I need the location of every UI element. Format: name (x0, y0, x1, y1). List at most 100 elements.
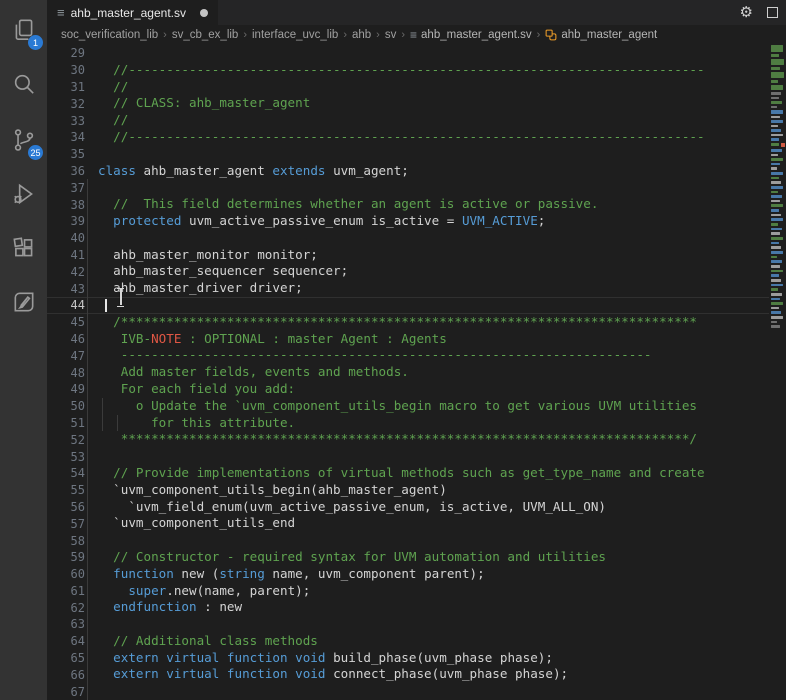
code-line[interactable]: 54 // Provide implementations of virtual… (47, 465, 769, 482)
code-line[interactable]: 36 class ahb_master_agent extends uvm_age… (47, 163, 769, 180)
line-number[interactable]: 46 (55, 332, 85, 346)
line-number[interactable]: 32 (55, 97, 85, 111)
line-number[interactable]: 65 (55, 651, 85, 665)
modified-dot-icon[interactable] (200, 8, 208, 17)
run-debug-icon[interactable] (0, 172, 47, 216)
code-line[interactable]: 67 (47, 683, 769, 700)
code-line[interactable]: 41 ahb_master_monitor monitor; (47, 247, 769, 264)
line-number[interactable]: 35 (55, 147, 85, 161)
code-line[interactable]: 44 (47, 297, 769, 314)
line-number[interactable]: 61 (55, 584, 85, 598)
code-line[interactable]: 60 function new (string name, uvm_compon… (47, 566, 769, 583)
line-number[interactable]: 64 (55, 634, 85, 648)
code-line[interactable]: 32 // CLASS: ahb_master_agent (47, 95, 769, 112)
line-number[interactable]: 54 (55, 466, 85, 480)
breadcrumb-separator: › (536, 29, 541, 41)
code-line[interactable]: 58 (47, 532, 769, 549)
code-line[interactable]: 65 extern virtual function void build_ph… (47, 650, 769, 667)
code-line[interactable]: 53 (47, 448, 769, 465)
line-number[interactable]: 58 (55, 534, 85, 548)
explorer-icon[interactable]: 1 (0, 8, 47, 52)
source-control-icon[interactable]: 25 (0, 118, 47, 162)
line-number[interactable]: 51 (55, 416, 85, 430)
line-number[interactable]: 59 (55, 550, 85, 564)
code-line[interactable]: 59 // Constructor - required syntax for … (47, 549, 769, 566)
code-line[interactable]: 45 /************************************… (47, 314, 769, 331)
line-number[interactable]: 41 (55, 248, 85, 262)
code-line[interactable]: 56 `uvm_field_enum(uvm_active_passive_en… (47, 499, 769, 516)
breadcrumb-symbol[interactable]: ahb_master_agent (545, 29, 657, 41)
code-line[interactable]: 63 (47, 616, 769, 633)
breadcrumb-folder[interactable]: soc_verification_lib (61, 29, 158, 41)
code-line[interactable]: 64 // Additional class methods (47, 633, 769, 650)
line-number[interactable]: 36 (55, 164, 85, 178)
code-area[interactable]: 29 30 //---------------------------------… (47, 45, 786, 700)
editor[interactable]: 29 30 //---------------------------------… (47, 45, 786, 700)
line-number[interactable]: 42 (55, 265, 85, 279)
code-line[interactable]: 40 (47, 230, 769, 247)
line-number[interactable]: 30 (55, 63, 85, 77)
notebook-tool-icon[interactable] (0, 280, 47, 324)
code-line[interactable]: 61 super.new(name, parent); (47, 583, 769, 600)
line-number[interactable]: 62 (55, 601, 85, 615)
line-number[interactable]: 38 (55, 198, 85, 212)
line-number[interactable]: 63 (55, 617, 85, 631)
breadcrumb-folder[interactable]: sv (385, 29, 397, 41)
line-number[interactable]: 60 (55, 567, 85, 581)
line-number[interactable]: 33 (55, 114, 85, 128)
breadcrumb-file[interactable]: ≡ ahb_master_agent.sv (410, 28, 532, 42)
code-line[interactable]: 55 `uvm_component_utils_begin(ahb_master… (47, 482, 769, 499)
line-number[interactable]: 31 (55, 80, 85, 94)
code-line[interactable]: 42 ahb_master_sequencer sequencer; (47, 263, 769, 280)
code-line[interactable]: 51 for this attribute. (47, 415, 769, 432)
line-number[interactable]: 48 (55, 366, 85, 380)
breadcrumb-folder[interactable]: interface_uvc_lib (252, 29, 338, 41)
code-line[interactable]: 43 ahb_master_driver driver; (47, 280, 769, 297)
line-number[interactable]: 34 (55, 130, 85, 144)
line-number[interactable]: 29 (55, 46, 85, 60)
code-line[interactable]: 30 //-----------------------------------… (47, 62, 769, 79)
tab-ahb-master-agent[interactable]: ≡ ahb_master_agent.sv (47, 0, 218, 25)
line-number[interactable]: 37 (55, 181, 85, 195)
code-line[interactable]: 34 //-----------------------------------… (47, 129, 769, 146)
code-line[interactable]: 52 *************************************… (47, 431, 769, 448)
minimap[interactable] (770, 45, 786, 700)
code-line[interactable]: 47 -------------------------------------… (47, 347, 769, 364)
search-icon[interactable] (0, 62, 47, 106)
breadcrumb-folder[interactable]: sv_cb_ex_lib (172, 29, 238, 41)
code-line[interactable]: 46 IVB-NOTE : OPTIONAL : master Agent : … (47, 331, 769, 348)
extensions-icon[interactable] (0, 226, 47, 270)
editor-layout-icon[interactable] (767, 7, 778, 18)
line-number[interactable]: 43 (55, 282, 85, 296)
code-line[interactable]: 50 o Update the `uvm_component_utils_beg… (47, 398, 769, 415)
line-number[interactable]: 47 (55, 349, 85, 363)
line-number[interactable]: 56 (55, 500, 85, 514)
code-line[interactable]: 29 (47, 45, 769, 62)
line-number[interactable]: 67 (55, 685, 85, 699)
line-number[interactable]: 53 (55, 450, 85, 464)
code-line[interactable]: 37 (47, 179, 769, 196)
line-number[interactable]: 44 (55, 298, 85, 312)
line-number[interactable]: 66 (55, 668, 85, 682)
line-number[interactable]: 40 (55, 231, 85, 245)
line-number[interactable]: 49 (55, 382, 85, 396)
code-line[interactable]: 31 // (47, 79, 769, 96)
breadcrumb-folder[interactable]: ahb (352, 29, 371, 41)
code-line[interactable]: 39 protected uvm_active_passive_enum is_… (47, 213, 769, 230)
settings-gear-icon[interactable]: ⚙ (740, 5, 753, 20)
code-line[interactable]: 57 `uvm_component_utils_end (47, 515, 769, 532)
code-line[interactable]: 48 Add master fields, events and methods… (47, 364, 769, 381)
code-line[interactable]: 62 endfunction : new (47, 599, 769, 616)
code-line[interactable]: 49 For each field you add: (47, 381, 769, 398)
line-number[interactable]: 39 (55, 214, 85, 228)
line-number[interactable]: 52 (55, 433, 85, 447)
code-line[interactable]: 35 (47, 146, 769, 163)
line-number[interactable]: 50 (55, 399, 85, 413)
line-number[interactable]: 57 (55, 517, 85, 531)
line-number[interactable]: 55 (55, 483, 85, 497)
code-line[interactable]: 38 // This field determines whether an a… (47, 196, 769, 213)
code-line[interactable]: 33 // (47, 112, 769, 129)
line-number[interactable]: 45 (55, 315, 85, 329)
code-line[interactable]: 66 extern virtual function void connect_… (47, 666, 769, 683)
code-text: /***************************************… (98, 313, 697, 329)
